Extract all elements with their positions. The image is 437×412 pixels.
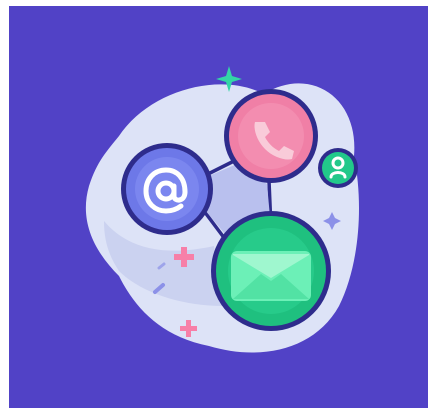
illustration-frame	[9, 6, 428, 408]
phone-icon	[224, 89, 318, 183]
envelope-icon	[211, 211, 331, 331]
contact-user-icon	[318, 148, 358, 188]
contact-illustration	[9, 6, 428, 408]
at-sign-icon	[121, 143, 213, 235]
phone-circle-highlight	[238, 103, 304, 169]
